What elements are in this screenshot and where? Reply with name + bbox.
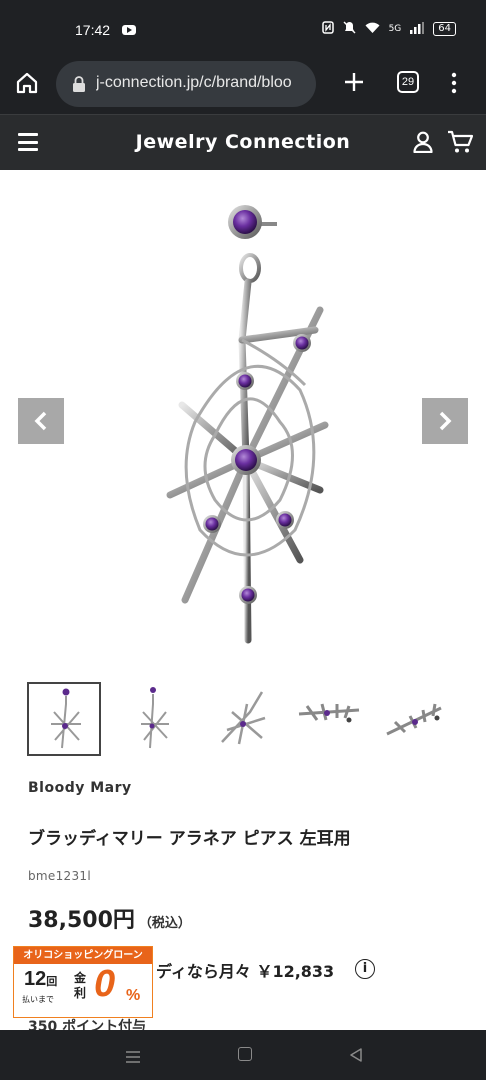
- cart-icon[interactable]: [447, 130, 474, 154]
- back-button[interactable]: [349, 1047, 363, 1062]
- brand-name[interactable]: Bloody Mary: [28, 780, 132, 796]
- battery-indicator: 64: [433, 22, 456, 36]
- status-icons: 5G 64: [321, 21, 456, 37]
- thumbnail-4[interactable]: [297, 682, 371, 756]
- thumbnail-1[interactable]: [27, 682, 101, 756]
- tab-switcher-button[interactable]: 29: [397, 71, 419, 93]
- menu-lines-icon: [126, 1051, 140, 1063]
- wifi-icon: [365, 22, 380, 37]
- chevron-left-icon: [34, 411, 47, 431]
- loan-interest-label: 金利: [74, 971, 87, 1000]
- plus-icon: [345, 73, 363, 91]
- product-title: ブラッディマリー アラネア ピアス 左耳用: [28, 829, 351, 849]
- loan-promo-banner[interactable]: オリコショッピングローン 12回 払いまで 金利 0 %: [13, 946, 153, 1018]
- loan-percent-sign: %: [126, 987, 141, 1004]
- points-text: 350 ポイント付与: [28, 1019, 147, 1030]
- more-vert-icon: [451, 72, 457, 94]
- product-price: 38,500円: [28, 908, 135, 933]
- info-icon[interactable]: i: [355, 959, 375, 979]
- loan-zero-rate: 0: [94, 963, 116, 1005]
- loan-banner-header: オリコショッピングローン: [14, 947, 152, 964]
- thumbnail-5[interactable]: [385, 682, 459, 756]
- thumbnail-strip: [27, 682, 467, 756]
- loan-installments: 12回: [24, 968, 58, 990]
- chevron-right-icon: [439, 411, 452, 431]
- product-sku: bme1231l: [28, 869, 91, 883]
- loan-sub-label: 払いまで: [22, 995, 54, 1004]
- home-icon: [16, 72, 38, 94]
- product-image-carousel[interactable]: [0, 170, 486, 670]
- url-text: j-connection.jp/c/brand/bloo: [96, 74, 292, 91]
- lock-icon: [73, 76, 85, 92]
- home-nav-button[interactable]: [238, 1047, 252, 1061]
- tax-label: （税込）: [138, 916, 191, 931]
- url-bar[interactable]: j-connection.jp/c/brand/bloo: [56, 61, 316, 107]
- thumbnail-2[interactable]: [117, 682, 191, 756]
- carousel-next-button[interactable]: [422, 398, 468, 444]
- signal-label: 5G: [388, 24, 402, 34]
- youtube-notification-icon: [122, 25, 136, 35]
- back-triangle-icon: [350, 1048, 362, 1062]
- carousel-prev-button[interactable]: [18, 398, 64, 444]
- product-image: [166, 205, 329, 644]
- thumbnail-3[interactable]: [207, 682, 281, 756]
- browser-toolbar: j-connection.jp/c/brand/bloo 29: [0, 58, 486, 114]
- recents-button[interactable]: [126, 1048, 140, 1063]
- site-header: Jewelry Connection: [0, 114, 486, 170]
- status-bar: 17:42 5G 64: [0, 0, 486, 58]
- signal-icon: [410, 21, 425, 37]
- system-navigation-bar: [0, 1030, 486, 1080]
- mute-icon: [343, 21, 356, 37]
- browser-menu-button[interactable]: [449, 71, 459, 95]
- nfc-icon: [321, 21, 334, 37]
- new-tab-button[interactable]: [342, 70, 366, 94]
- loan-monthly-text: ィディなら月々 ￥12,833: [140, 962, 335, 981]
- home-button[interactable]: [14, 70, 42, 98]
- price-row: 38,500円 （税込）: [28, 902, 191, 934]
- status-time: 17:42: [75, 22, 111, 38]
- account-icon[interactable]: [413, 131, 433, 154]
